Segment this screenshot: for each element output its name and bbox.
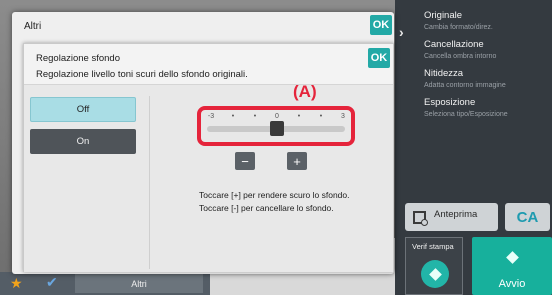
- preview-button[interactable]: Anteprima: [405, 203, 498, 231]
- dialog-title: Regolazione sfondo: [36, 53, 120, 64]
- right-item-subtitle: Adatta contorno immagine: [424, 82, 506, 89]
- start-diamond-icon: [500, 245, 524, 269]
- option-off-button[interactable]: Off: [30, 97, 136, 122]
- right-item-nitidezza[interactable]: Nitidezza Adatta contorno immagine: [424, 68, 552, 97]
- tick-label: •: [253, 113, 257, 120]
- right-item-originale[interactable]: Originale Cambia formato/direz.: [424, 10, 552, 39]
- dialog-ok-button[interactable]: OK: [368, 48, 390, 68]
- right-item-title: Nitidezza: [424, 68, 464, 79]
- help-text-plus: Toccare [+] per rendere scuro lo sfondo.: [199, 190, 350, 200]
- right-item-subtitle: Cambia formato/direz.: [424, 24, 493, 31]
- right-panel-list: Originale Cambia formato/direz. Cancella…: [424, 10, 552, 126]
- right-item-esposizione[interactable]: Esposizione Seleziona tipo/Esposizione: [424, 97, 552, 126]
- divider: [149, 96, 150, 269]
- preview-label: Anteprima: [434, 208, 478, 220]
- help-text-minus: Toccare [-] per cancellare lo sfondo.: [199, 203, 334, 213]
- ca-button[interactable]: CA: [505, 203, 550, 231]
- background-level-slider[interactable]: -3 • • 0 • • 3: [197, 106, 355, 146]
- tick-label: -3: [207, 113, 215, 120]
- star-icon[interactable]: ★: [10, 275, 23, 292]
- chevron-right-icon[interactable]: ›: [399, 24, 404, 40]
- tick-label: •: [297, 113, 301, 120]
- checkmark-icon[interactable]: ✔: [46, 274, 58, 291]
- regolazione-sfondo-dialog: Regolazione sfondo Regolazione livello t…: [23, 43, 394, 272]
- bottom-taskbar: ★ ✔ Altri: [0, 272, 210, 295]
- right-item-title: Esposizione: [424, 97, 476, 108]
- start-label: Avvio: [498, 278, 526, 290]
- right-item-title: Originale: [424, 10, 463, 21]
- tick-label: •: [231, 113, 235, 120]
- right-item-subtitle: Seleziona tipo/Esposizione: [424, 111, 508, 118]
- altri-ok-button[interactable]: OK: [370, 15, 392, 35]
- tick-label: •: [319, 113, 323, 120]
- verif-stampa-button[interactable]: Verif stampa: [405, 237, 463, 295]
- tick-label: 3: [341, 113, 345, 120]
- callout-label: (A): [293, 82, 317, 101]
- minus-button[interactable]: −: [235, 152, 255, 170]
- option-on-button[interactable]: On: [30, 129, 136, 154]
- taskbar-altri[interactable]: Altri: [75, 274, 203, 293]
- plus-button[interactable]: +: [287, 152, 307, 170]
- right-item-title: Cancellazione: [424, 39, 484, 50]
- altri-title: Altri: [24, 21, 42, 32]
- verif-stampa-label: Verif stampa: [412, 242, 454, 251]
- preview-icon: [413, 210, 428, 226]
- dialog-subtitle: Regolazione livello toni scuri dello sfo…: [36, 69, 248, 80]
- start-button[interactable]: Avvio: [472, 237, 552, 295]
- right-item-subtitle: Cancella ombra intorno: [424, 53, 497, 60]
- slider-handle[interactable]: [270, 121, 284, 136]
- tick-label: 0: [275, 113, 279, 120]
- right-item-cancellazione[interactable]: Cancellazione Cancella ombra intorno: [424, 39, 552, 68]
- start-diamond-icon: [421, 260, 449, 288]
